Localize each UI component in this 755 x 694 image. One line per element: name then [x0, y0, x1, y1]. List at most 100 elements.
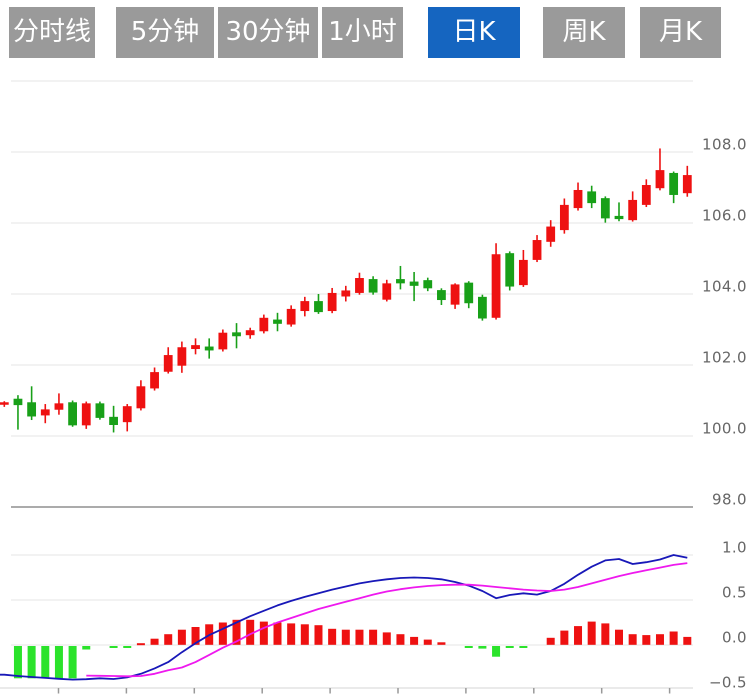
macd-histogram-bar	[383, 632, 391, 644]
candle-body	[14, 399, 23, 405]
candle-body	[41, 409, 50, 415]
macd-axis-label: −0.5	[709, 674, 747, 692]
macd-histogram-bar	[642, 635, 650, 645]
macd-histogram-bar	[519, 646, 527, 648]
candle-body	[669, 173, 678, 195]
price-axis-label: 98.0	[712, 491, 747, 509]
candle-body	[328, 293, 337, 311]
macd-histogram-bar	[560, 631, 568, 645]
candle-body	[191, 345, 200, 349]
macd-histogram-bar	[28, 646, 36, 678]
macd-histogram-bar	[164, 634, 172, 645]
macd-histogram-bar	[82, 646, 90, 650]
macd-axis-label: 1.0	[722, 539, 747, 557]
candle-body	[437, 290, 446, 300]
candle-body	[587, 191, 596, 203]
candle-body	[259, 318, 268, 331]
candle-body	[410, 282, 419, 286]
candle-body	[68, 402, 77, 425]
candle-body	[273, 320, 282, 324]
candle-body	[27, 402, 36, 416]
macd-histogram-bar	[274, 623, 282, 645]
macd-axis-label: 0.0	[722, 629, 747, 647]
macd-histogram-bar	[629, 634, 637, 645]
macd-histogram-bar	[410, 637, 418, 645]
candle-body	[464, 283, 473, 304]
chart-canvas[interactable]: 108.0106.0104.0102.0100.098.01.00.50.0−0…	[0, 0, 755, 694]
macd-histogram-bar	[55, 646, 63, 679]
candle-body	[137, 386, 146, 408]
candle-body	[55, 403, 64, 409]
candle-body	[232, 332, 241, 336]
macd-histogram-bar	[219, 623, 227, 645]
macd-histogram-bar	[478, 646, 486, 649]
macd-axis-label: 0.5	[722, 584, 747, 602]
candle-body	[546, 227, 555, 242]
candle-body	[341, 290, 350, 296]
candle-body	[369, 279, 378, 292]
macd-histogram-bar	[69, 646, 77, 678]
candle-body	[164, 355, 173, 372]
candle-body	[82, 403, 91, 425]
macd-histogram-bar	[492, 646, 500, 657]
candle-body	[109, 417, 118, 425]
macd-histogram-bar	[588, 622, 596, 645]
candle-body	[505, 253, 514, 286]
macd-histogram-bar	[301, 624, 309, 645]
price-axis-label: 100.0	[702, 420, 747, 438]
macd-histogram-bar	[670, 632, 678, 645]
macd-histogram-bar	[396, 634, 404, 645]
dif-line	[0, 555, 687, 680]
candle-body	[177, 347, 186, 365]
macd-histogram-bar	[437, 642, 445, 645]
candle-body	[574, 190, 583, 208]
macd-histogram-bar	[314, 625, 322, 645]
macd-histogram-bar	[465, 646, 473, 648]
candle-body	[656, 170, 665, 188]
candle-body	[478, 297, 487, 319]
price-axis-label: 104.0	[702, 278, 747, 296]
candle-body	[519, 260, 528, 285]
candle-body	[355, 278, 364, 293]
kline-chart-app: { "toolbar": { "buttons": [ {"label": "分…	[0, 0, 755, 694]
candle-body	[246, 330, 255, 335]
candle-body	[218, 333, 227, 350]
price-axis-label: 102.0	[702, 349, 747, 367]
macd-histogram-bar	[342, 630, 350, 645]
candle-body	[492, 254, 501, 318]
macd-histogram-bar	[287, 623, 295, 644]
macd-histogram-bar	[424, 640, 432, 645]
macd-histogram-bar	[123, 646, 131, 648]
macd-histogram-bar	[547, 638, 555, 645]
candle-body	[396, 279, 405, 283]
candle-body	[451, 284, 460, 304]
macd-histogram-bar	[369, 630, 377, 645]
macd-histogram-bar	[41, 646, 49, 677]
candle-body	[642, 185, 651, 205]
candle-body	[205, 347, 214, 351]
macd-histogram-bar	[178, 630, 186, 645]
macd-histogram-bar	[615, 630, 623, 645]
candle-body	[96, 403, 105, 418]
macd-histogram-bar	[328, 629, 336, 645]
candle-body	[560, 205, 569, 230]
candle-body	[615, 216, 624, 219]
macd-histogram-bar	[137, 643, 145, 645]
macd-histogram-bar	[110, 646, 118, 648]
macd-histogram-bar	[574, 626, 582, 645]
macd-histogram-bar	[683, 637, 691, 645]
candle-body	[683, 175, 692, 193]
macd-histogram-bar	[355, 630, 363, 645]
macd-histogram-bar	[14, 646, 22, 678]
candle-body	[423, 280, 432, 288]
macd-histogram-bar	[506, 646, 514, 648]
candle-body	[382, 283, 391, 299]
macd-histogram-bar	[656, 634, 664, 645]
candle-body	[0, 402, 9, 404]
candle-body	[123, 406, 132, 422]
candle-body	[533, 240, 542, 260]
candle-body	[314, 301, 323, 312]
candle-body	[628, 200, 637, 220]
macd-histogram-bar	[601, 623, 609, 644]
macd-histogram-bar	[151, 639, 159, 645]
